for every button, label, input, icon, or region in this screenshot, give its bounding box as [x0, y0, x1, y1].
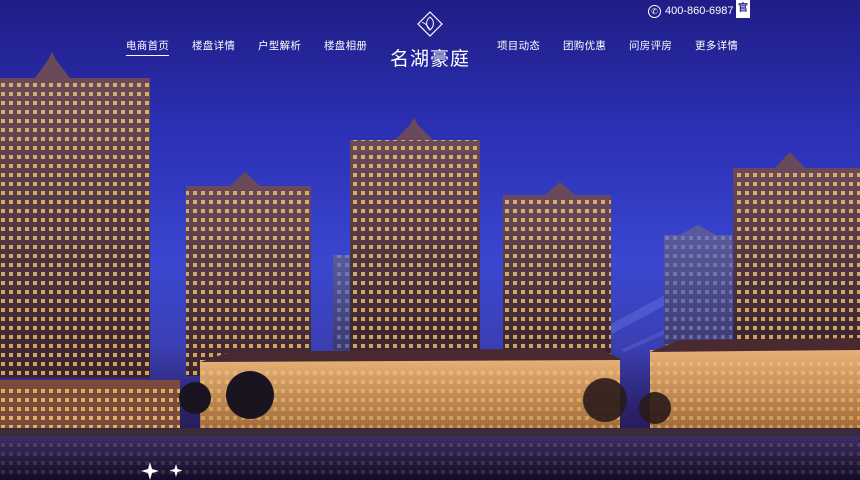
contact-phone[interactable]: ✆ 400-860-6987 — [648, 3, 734, 19]
nav-link-floor-plans[interactable]: 户型解析 — [258, 38, 301, 53]
phone-icon: ✆ — [648, 4, 661, 18]
site-logo[interactable]: 名湖豪庭 — [385, 10, 475, 70]
phone-number: 400-860-6987 — [665, 5, 734, 17]
logo-name: 名湖豪庭 — [389, 48, 470, 70]
nav-link-home[interactable]: 电商首页 — [126, 38, 170, 56]
official-badge[interactable]: 官 — [736, 0, 750, 18]
nav-link-more-details[interactable]: 更多详情 — [695, 38, 738, 53]
nav-link-project-news[interactable]: 项目动态 — [497, 38, 540, 53]
flower-emblem-icon — [417, 11, 443, 37]
hero-banner: 电商首页 楼盘详情 户型解析 楼盘相册 项目动态 团购优惠 问房评房 更多详情 … — [0, 0, 860, 480]
nav-link-group-discount[interactable]: 团购优惠 — [563, 38, 606, 53]
nav-link-property-details[interactable]: 楼盘详情 — [192, 38, 235, 53]
nav-link-photo-album[interactable]: 楼盘相册 — [324, 38, 367, 53]
nav-link-qa-reviews[interactable]: 问房评房 — [629, 38, 672, 53]
night-cityscape-illustration — [0, 52, 860, 480]
